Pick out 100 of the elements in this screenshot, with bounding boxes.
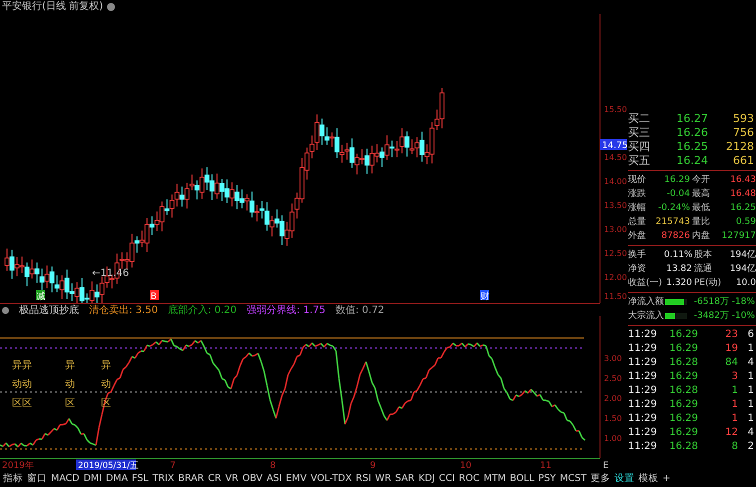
indicator-icon[interactable] <box>2 306 9 314</box>
indicator-axis-label: 3.00 <box>604 354 622 363</box>
bid-volume: 593 <box>732 112 754 126</box>
quote-value: 0.59 <box>734 216 756 229</box>
flow-percent: -10% <box>730 310 755 323</box>
bid-label: 买二 <box>628 112 651 126</box>
tick-count: 1 <box>746 384 754 398</box>
quote-label: 今开 <box>691 174 711 187</box>
bid-volume: 2128 <box>725 140 754 154</box>
tick-time: 11:29 <box>628 384 658 398</box>
date-axis-label: 2019年 <box>2 461 34 470</box>
indicator-tab[interactable]: ROC <box>456 471 482 486</box>
quote-label: 内盘 <box>691 230 711 243</box>
tick-volume: 12 <box>724 426 738 440</box>
tick-volume: 8 <box>730 440 738 454</box>
quote-value: 16.43 <box>729 174 756 187</box>
tick-count: 4 <box>746 426 754 440</box>
stat-label: PE(动) <box>693 276 722 290</box>
flow-amount: -6518万 <box>692 296 729 309</box>
date-axis-label: 9 <box>370 461 376 470</box>
indicator-tab[interactable]: TRIX <box>150 471 176 486</box>
tick-volume: 23 <box>724 328 738 342</box>
indicator-tab[interactable]: BOLL <box>508 471 536 486</box>
price-axis-label: 13.00 <box>604 225 627 234</box>
price-axis-label: 14.50 <box>604 153 627 162</box>
indicator-tab[interactable]: SAR <box>393 471 416 486</box>
bid-label: 买五 <box>628 154 651 168</box>
stat-label: 收益(一) <box>628 276 664 290</box>
flow-amount: -3482万 <box>692 310 729 323</box>
indicator-tab[interactable]: OBV <box>240 471 265 486</box>
tick-volume: 1 <box>730 384 738 398</box>
tick-price: 16.29 <box>668 370 698 384</box>
indicator-param: 数值: 0.72 <box>335 304 384 317</box>
indicator-tab[interactable]: MCST <box>558 471 588 486</box>
indicator-tab[interactable]: 窗口 <box>25 471 49 486</box>
indicator-tab[interactable]: 更多 <box>588 471 612 486</box>
bid-volume: 756 <box>732 126 754 140</box>
indicator-tab[interactable]: DMI <box>81 471 104 486</box>
date-axis-label: 8 <box>270 461 276 470</box>
flow-label: 净流入额 <box>628 296 665 309</box>
indicator-tab[interactable]: ASI <box>264 471 284 486</box>
tick-volume: 1 <box>730 412 738 426</box>
indicator-tab[interactable]: DMA <box>104 471 130 486</box>
toolbar-tab[interactable]: 模板 <box>636 471 660 486</box>
quote-label: 量比 <box>691 216 711 229</box>
indicator-tab[interactable]: MTM <box>482 471 508 486</box>
indicator-tab[interactable]: RSI <box>354 471 374 486</box>
tick-price: 16.28 <box>668 440 698 454</box>
tick-price: 16.28 <box>668 356 698 370</box>
quote-label: 总量 <box>628 216 647 229</box>
stat-value: 0.11% <box>664 249 692 262</box>
tick-price: 16.29 <box>668 412 698 426</box>
stat-label: 换手 <box>628 248 647 262</box>
price-axis-label: 13.50 <box>604 201 627 210</box>
indicator-tab[interactable]: WR <box>373 471 394 486</box>
tick-price: 16.29 <box>668 328 698 342</box>
tick-volume: 1 <box>730 398 738 412</box>
toolbar-tab[interactable]: + <box>660 471 672 486</box>
quote-label: 涨幅 <box>628 202 647 215</box>
price-axis-label: 12.50 <box>604 249 627 258</box>
indicator-axis-label: 2.00 <box>604 394 622 403</box>
tick-time: 11:29 <box>628 370 658 384</box>
tick-price: 16.29 <box>668 398 698 412</box>
bid-label: 买四 <box>628 140 651 154</box>
indicator-tab[interactable]: CCI <box>436 471 457 486</box>
quote-value: 16.25 <box>729 202 756 215</box>
indicator-tab[interactable]: VR <box>223 471 240 486</box>
indicator-tab[interactable]: 设置 <box>612 471 636 486</box>
tick-count: 1 <box>746 342 754 356</box>
indicator-tab[interactable]: 指标 <box>1 471 25 486</box>
quote-value: -0.24% <box>657 202 690 215</box>
indicator-tab[interactable]: KDJ <box>416 471 437 486</box>
indicator-tab[interactable]: PSY <box>536 471 558 486</box>
price-axis-label: 11.50 <box>604 292 627 301</box>
stat-value: 13.82 <box>665 263 692 276</box>
indicator-tab[interactable]: BRAR <box>176 471 206 486</box>
stat-value: 194亿 <box>728 263 756 276</box>
tick-time: 11:29 <box>628 328 658 342</box>
indicator-tab[interactable]: EMV <box>284 471 309 486</box>
quote-value: 215743 <box>654 216 690 229</box>
settings-icon[interactable] <box>106 3 115 11</box>
quote-value: 87826 <box>660 230 690 243</box>
tick-volume: 3 <box>730 370 738 384</box>
zone-label: 异动区 <box>12 359 22 411</box>
indicator-tab[interactable]: CR <box>206 471 224 486</box>
indicator-tab[interactable]: FSL <box>130 471 150 486</box>
tick-time: 11:29 <box>628 342 658 356</box>
date-axis-label: E <box>603 461 609 470</box>
tick-price: 16.28 <box>668 384 698 398</box>
tick-price: 16.29 <box>668 426 698 440</box>
indicator-tab[interactable]: VOL-TDX <box>308 471 354 486</box>
quote-value: 16.48 <box>729 188 756 201</box>
tick-count: 1 <box>746 412 754 426</box>
tick-time: 11:29 <box>628 356 658 370</box>
indicator-tab[interactable]: MACD <box>49 471 82 486</box>
stat-label: 流通 <box>693 262 713 276</box>
tick-volume: 19 <box>724 342 738 356</box>
quote-label: 现价 <box>628 174 647 187</box>
date-axis-label: 7 <box>170 461 176 470</box>
tick-volume: 84 <box>724 356 738 370</box>
